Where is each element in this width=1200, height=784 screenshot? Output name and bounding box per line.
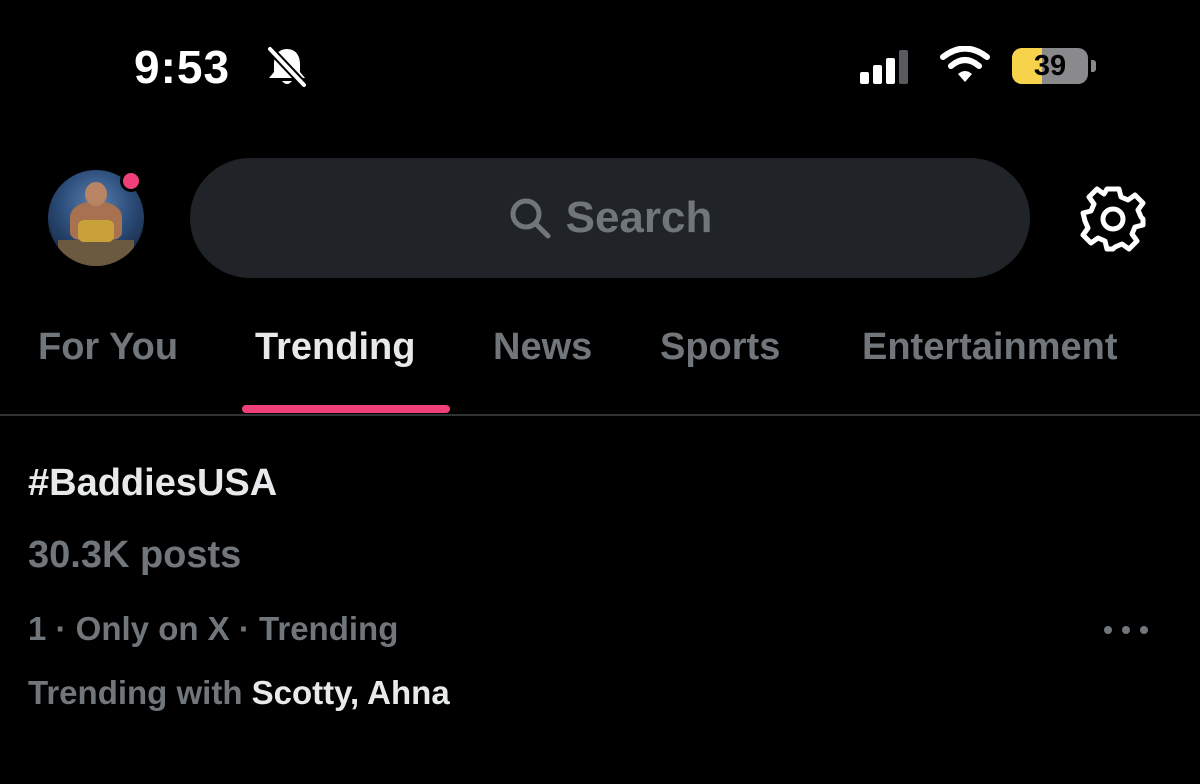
tab-for-you[interactable]: For You: [38, 326, 178, 369]
battery-indicator: 39: [1012, 48, 1096, 84]
status-time: 9:53: [134, 41, 231, 93]
gear-icon[interactable]: [1080, 186, 1146, 252]
bell-slash-icon: [267, 46, 307, 88]
cellular-signal-icon: [860, 50, 908, 84]
tab-news[interactable]: News: [493, 326, 592, 369]
battery-level: 39: [1033, 50, 1067, 82]
tab-bar: For You Trending News Sports Entertainme…: [0, 300, 1200, 415]
tab-entertainment[interactable]: Entertainment: [862, 326, 1117, 369]
battery-cap: [1091, 60, 1096, 72]
tab-sports[interactable]: Sports: [660, 326, 780, 369]
search-icon: [510, 198, 551, 239]
trend-meta: 1 · Only on X · Trending: [28, 610, 399, 647]
search-input[interactable]: Search: [190, 158, 1030, 278]
status-bar: 9:53 39: [0, 0, 1200, 130]
trend-post-count: 30.3K posts: [28, 534, 242, 576]
battery-body: 39: [1012, 48, 1088, 84]
trend-hashtag: #BaddiesUSA: [28, 462, 278, 504]
trend-related: Trending with Scotty, Ahna: [28, 674, 450, 712]
active-tab-indicator: [242, 405, 450, 413]
notification-dot: [120, 170, 142, 192]
trend-item[interactable]: #BaddiesUSA 30.3K posts 1 · Only on X · …: [0, 416, 1200, 784]
search-placeholder: Search: [565, 193, 713, 242]
trend-related-prefix: Trending with: [28, 674, 243, 711]
explore-screen: 9:53 39 Search For You Trending News Spo…: [0, 0, 1200, 784]
trend-related-names[interactable]: Scotty, Ahna: [252, 674, 450, 711]
more-horizontal-icon[interactable]: [1096, 612, 1156, 648]
tab-trending[interactable]: Trending: [255, 326, 415, 369]
wifi-icon: [940, 46, 990, 82]
